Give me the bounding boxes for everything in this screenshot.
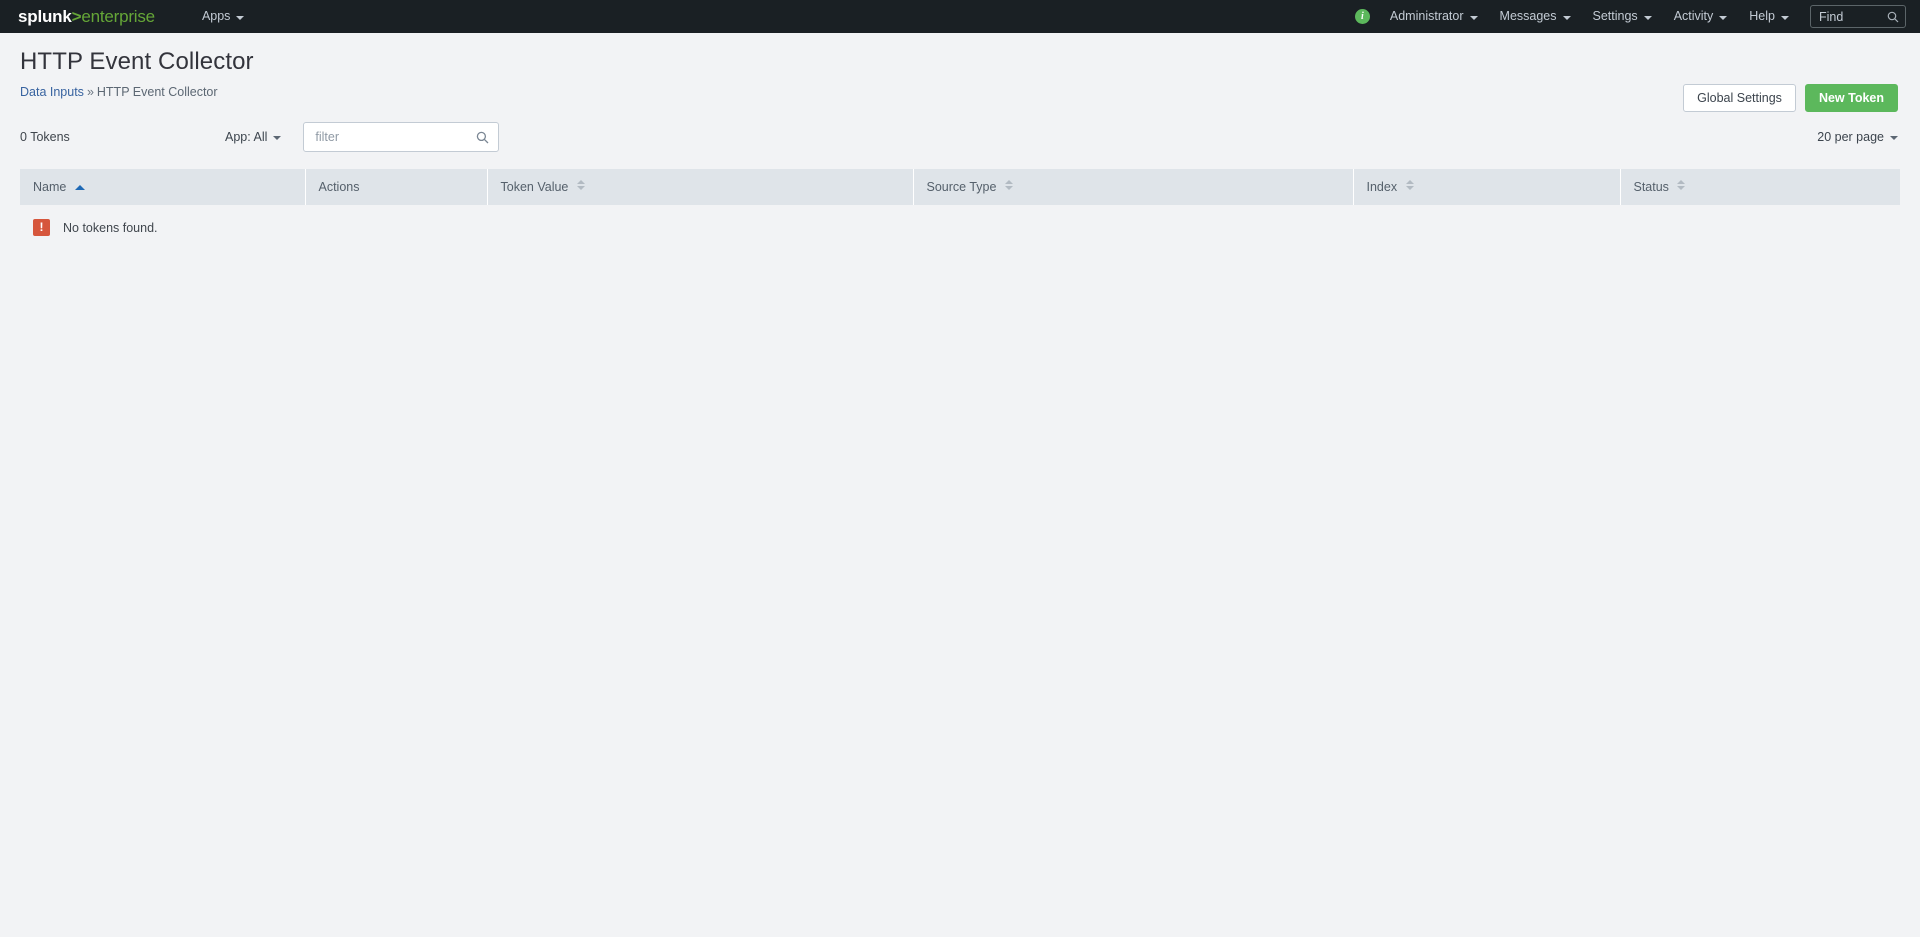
chevron-down-icon [1469,15,1478,20]
nav-right-group: i Administrator Messages Settings Activi… [1354,0,1906,33]
error-exclamation-icon: ! [33,219,50,236]
tokens-table-wrapper: Name Actions Token Value Source Type Ind… [0,169,1920,236]
empty-state-row: ! No tokens found. [20,205,1900,236]
breadcrumb-link-data-inputs[interactable]: Data Inputs [20,85,84,99]
nav-item-apps-label: Apps [201,9,231,23]
breadcrumb-current: HTTP Event Collector [96,85,218,99]
nav-item-administrator-label: Administrator [1389,9,1464,23]
nav-item-activity[interactable]: Activity [1663,0,1739,33]
chevron-down-icon [1562,15,1571,20]
logo-chevron-glyph: > [71,6,82,26]
nav-item-help[interactable]: Help [1738,0,1800,33]
sort-icon [1405,179,1414,190]
sort-icon [1004,179,1013,190]
app-filter-label: App: All [225,130,268,144]
chevron-down-icon [1890,136,1898,140]
column-header-index-label: Index [1366,179,1398,194]
app-filter-dropdown[interactable]: App: All [225,130,282,144]
column-header-actions[interactable]: Actions [305,169,488,205]
nav-item-messages-label: Messages [1499,9,1557,23]
column-header-source-type[interactable]: Source Type [913,169,1354,205]
filter-search-input[interactable]: filter [303,122,500,152]
new-token-button[interactable]: New Token [1804,84,1898,112]
tokens-table-body: ! No tokens found. [20,205,1900,236]
header-action-buttons: Global Settings New Token [1683,84,1898,112]
table-header-row: Name Actions Token Value Source Type Ind… [20,169,1900,205]
table-controls-row: 0 Tokens App: All filter 20 per page [0,120,1920,154]
chevron-down-icon [1781,15,1789,20]
column-header-source-type-label: Source Type [926,179,997,194]
nav-item-settings-label: Settings [1592,9,1638,23]
column-header-name-label: Name [33,179,67,194]
column-header-token-value-label: Token Value [500,179,569,194]
nav-item-help-label: Help [1749,9,1775,23]
column-header-index[interactable]: Index [1353,169,1621,205]
chevron-down-icon [1719,15,1728,20]
nav-item-administrator[interactable]: Administrator [1379,0,1489,33]
page-header: HTTP Event Collector Data Inputs» HTTP Ev… [0,33,1920,112]
nav-item-settings[interactable]: Settings [1582,0,1663,33]
search-icon [477,131,489,143]
chevron-down-icon [273,136,282,140]
per-page-label: 20 per page [1817,130,1884,144]
search-icon [1887,11,1899,22]
nav-item-activity-label: Activity [1673,9,1714,23]
empty-state-text: No tokens found. [63,220,158,235]
find-search-box[interactable]: Find [1810,5,1906,28]
sort-icon [1677,179,1686,190]
column-header-token-value[interactable]: Token Value [487,169,914,205]
empty-state-cell: ! No tokens found. [20,205,1900,236]
global-settings-button[interactable]: Global Settings [1683,84,1796,112]
chevron-down-icon [236,15,245,20]
filter-placeholder: filter [315,130,340,144]
column-header-status[interactable]: Status [1620,169,1900,205]
top-navigation-bar: splunk > enterprise Apps i Administrator… [0,0,1920,33]
tokens-table: Name Actions Token Value Source Type Ind… [20,169,1900,236]
nav-item-messages[interactable]: Messages [1489,0,1582,33]
page-title: HTTP Event Collector [20,48,254,75]
find-label: Find [1819,9,1844,24]
splunk-enterprise-logo[interactable]: splunk > enterprise [18,7,155,27]
tokens-table-head: Name Actions Token Value Source Type Ind… [20,169,1900,205]
info-badge-icon[interactable]: i [1354,9,1370,24]
empty-state-message: ! No tokens found. [20,219,1900,236]
chevron-down-icon [1643,15,1652,20]
sort-ascending-icon [74,184,85,190]
logo-splunk-text: splunk [18,6,72,26]
column-header-actions-label: Actions [318,179,360,194]
column-header-status-label: Status [1633,179,1669,194]
token-count-label: 0 Tokens [20,130,70,144]
nav-item-apps[interactable]: Apps [191,0,256,33]
sort-icon [576,179,585,190]
per-page-dropdown[interactable]: 20 per page [1817,130,1898,144]
logo-enterprise-text: enterprise [81,6,155,26]
breadcrumb-separator: » [86,85,94,99]
breadcrumb: Data Inputs» HTTP Event Collector [20,85,1898,99]
column-header-name[interactable]: Name [20,169,306,205]
